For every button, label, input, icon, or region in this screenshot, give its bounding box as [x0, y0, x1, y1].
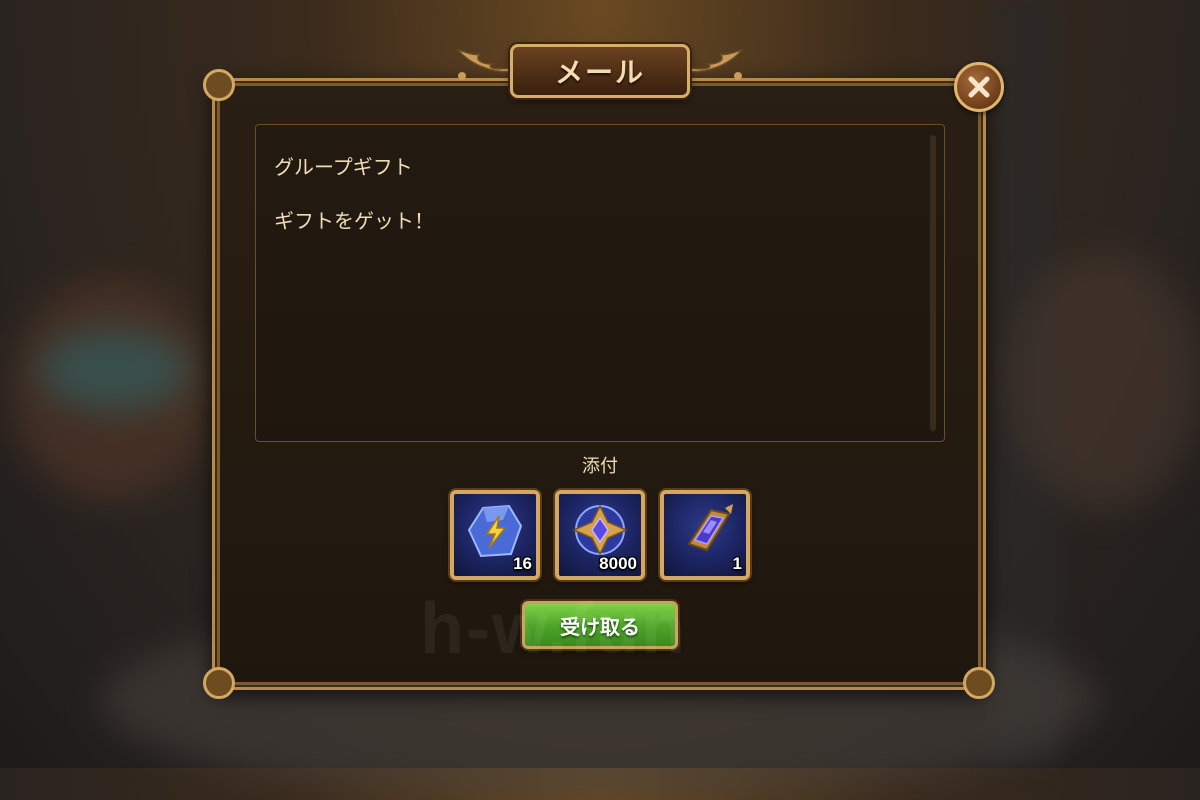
- attachments-label: 添付: [582, 456, 618, 477]
- wing-ornament-right: [689, 48, 745, 80]
- watermark-text: h-w.fun: [420, 589, 688, 669]
- message-scrollbar[interactable]: [930, 135, 936, 431]
- message-body: ギフトをゲット！: [274, 209, 434, 233]
- background-roof: [40, 330, 190, 410]
- message-subject: グループギフト: [274, 155, 413, 179]
- dialog-title: メール: [554, 56, 645, 89]
- item-count: 8000: [599, 554, 637, 573]
- attachment-item-crystal-sword[interactable]: 1: [660, 490, 750, 580]
- close-button[interactable]: [954, 62, 1004, 112]
- item-count: 16: [513, 554, 532, 573]
- attachment-item-lightning-gem[interactable]: 16: [450, 490, 540, 580]
- attachment-item-star-emblem[interactable]: 8000: [555, 490, 645, 580]
- dialog-title-plate: メール: [510, 44, 690, 98]
- item-count: 1: [732, 554, 742, 573]
- corner-ornament: [203, 69, 235, 101]
- message-content-box[interactable]: グループギフト ギフトをゲット！: [255, 124, 945, 442]
- corner-ornament: [203, 667, 235, 699]
- crystal-sword-icon: [687, 504, 733, 552]
- close-x-icon: [968, 76, 990, 98]
- wing-ornament-left: [455, 48, 511, 80]
- corner-ornament: [963, 667, 995, 699]
